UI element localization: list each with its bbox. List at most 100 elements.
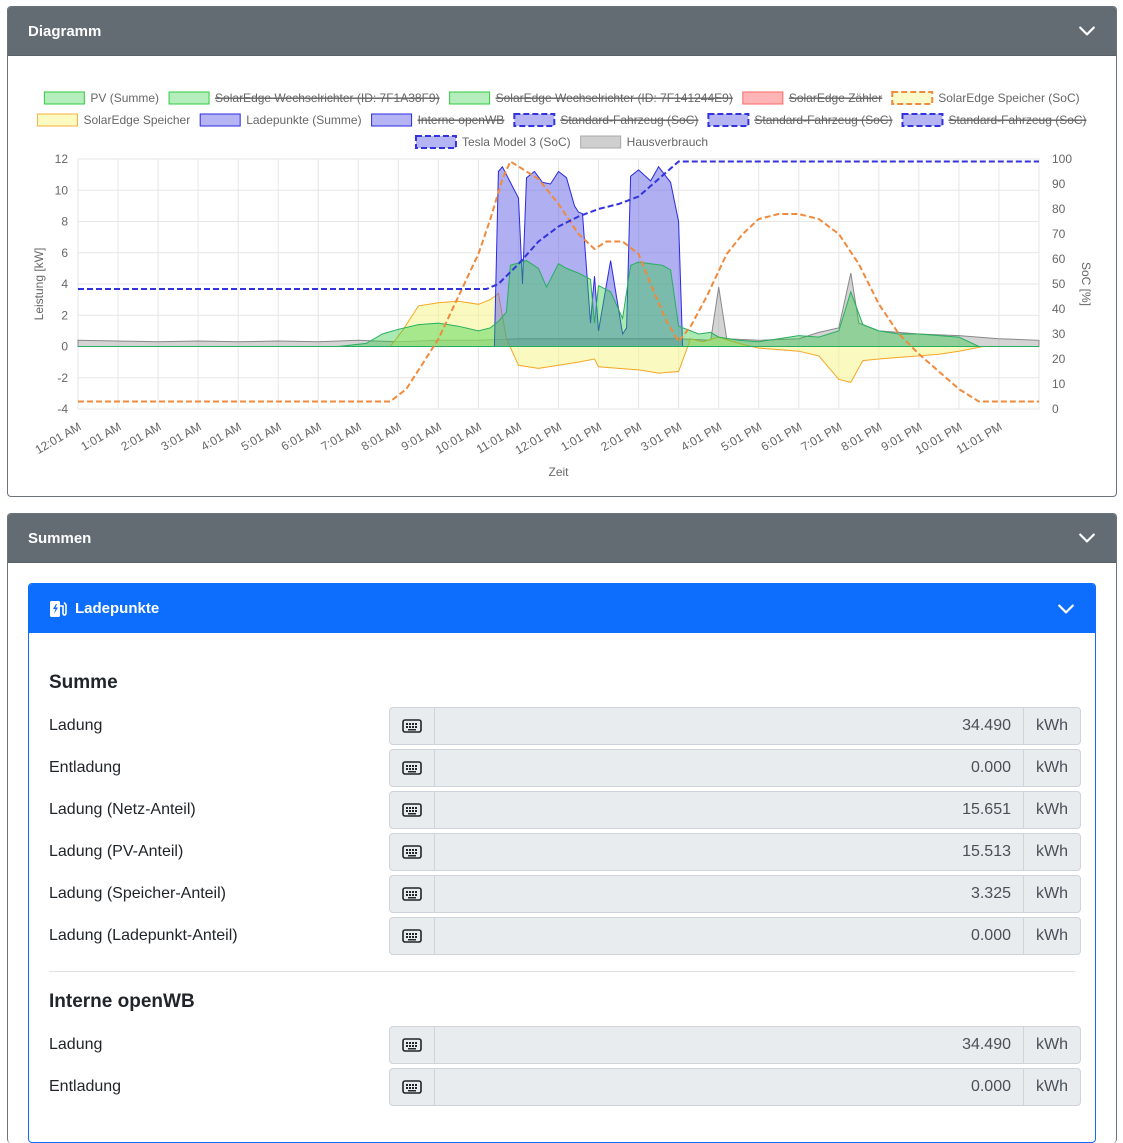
summen-card: Summen Ladepunkte Summe Ladung 34.490 kW… [7,513,1117,1143]
keyboard-icon[interactable] [390,750,435,786]
unit-label: kWh [1023,792,1080,828]
row-label: Ladung (Speicher-Anteil) [49,885,226,902]
sum-row-ladung: Ladung 34.490 kWh [49,707,1081,745]
x-tick: 6:01 AM [279,419,324,453]
openwb-row-ladung: Ladung 34.490 kWh [49,1026,1081,1064]
openwb-row-entladung: Entladung 0.000 kWh [49,1068,1081,1106]
x-tick: 7:01 AM [319,419,364,453]
value-field: 15.651 [962,801,1011,818]
diagram-card: Diagramm PV (Summe) SolarEdge Wechselrich… [7,6,1117,497]
chart-series [77,160,1040,403]
value-field: 0.000 [970,1078,1011,1095]
x-tick: 3:01 PM [638,419,684,453]
value-input-group: 34.490 kWh [389,707,1081,745]
y-tick-left: 12 [55,152,69,166]
legend-swatch [199,113,241,127]
charging-station-icon [50,600,67,617]
unit-label: kWh [1023,750,1080,786]
y-tick-right: 0 [1052,402,1059,416]
value-field: 3.325 [970,885,1011,902]
keyboard-icon[interactable] [390,792,435,828]
legend-item: Hausverbrauch [580,135,708,149]
unit-label: kWh [1023,834,1080,870]
y-tick-left: 8 [61,215,68,229]
unit-label: kWh [1023,918,1080,954]
keyboard-icon[interactable] [390,876,435,912]
legend-swatch [580,135,622,149]
diagram-title: Diagramm [28,22,102,40]
row-label: Entladung [49,759,122,776]
keyboard-icon[interactable] [390,708,435,744]
x-tick: 11:01 PM [954,419,1005,456]
y-tick-left: 4 [61,277,68,291]
legend-item: SolarEdge Wechselrichter (ID: 7F1A38F9) [168,91,440,105]
unit-label: kWh [1023,1069,1080,1105]
ladepunkte-card-header[interactable]: Ladepunkte [29,584,1095,633]
y-tick-right: 80 [1052,202,1066,216]
keyboard-icon[interactable] [390,918,435,954]
legend-item: Interne openWB [371,113,505,127]
y-axis-label-left: Leistung [kW] [32,248,46,321]
chart-legend: PV (Summe) SolarEdge Wechselrichter (ID: … [36,91,1087,149]
value-field: 34.490 [962,1036,1011,1053]
section-divider [49,971,1075,972]
section-title-interne-openwb: Interne openWB [49,991,195,1012]
legend-swatch [36,113,78,127]
unit-label: kWh [1023,708,1080,744]
legend-item: Standard-Fahrzeug (SoC) [901,113,1087,127]
row-label: Ladung [49,1036,103,1053]
x-tick: 2:01 PM [598,419,644,453]
power-chart: PV (Summe) SolarEdge Wechselrichter (ID: … [32,91,1093,479]
y-tick-left: 6 [61,246,68,260]
chevron-down-icon[interactable] [1078,22,1096,40]
y-tick-right: 100 [1052,152,1072,166]
diagram-card-header[interactable]: Diagramm [8,7,1116,56]
legend-label: Ladepunkte (Summe) [246,113,361,127]
legend-item: SolarEdge Speicher (SoC) [891,91,1080,105]
chevron-down-icon[interactable] [1057,600,1075,618]
legend-item: Tesla Model 3 (SoC) [414,135,571,149]
y-axis-label-right: SoC [%] [1079,262,1093,306]
legend-swatch [901,113,944,127]
keyboard-icon[interactable] [390,1069,435,1105]
legend-swatch [414,135,457,149]
value-input-group: 15.651 kWh [389,791,1081,829]
ladepunkte-card: Ladepunkte Summe Ladung 34.490 kWh Entla… [28,583,1096,1143]
sum-row-ladung-netz: Ladung (Netz-Anteil) 15.651 kWh [49,791,1081,829]
summen-card-header[interactable]: Summen [8,514,1116,563]
unit-label: kWh [1023,1027,1080,1063]
value-field: 0.000 [970,759,1011,776]
legend-item: Standard-Fahrzeug (SoC) [707,113,893,127]
y-tick-right: 40 [1052,302,1066,316]
value-input-group: 15.513 kWh [389,833,1081,871]
legend-swatch [371,113,413,127]
legend-item: PV (Summe) [43,91,159,105]
y-tick-right: 90 [1052,177,1066,191]
keyboard-icon[interactable] [390,1027,435,1063]
y-tick-left: 0 [61,340,68,354]
row-label: Ladung (Ladepunkt-Anteil) [49,927,238,944]
x-tick: 7:01 PM [799,419,845,453]
chevron-down-icon[interactable] [1078,529,1096,547]
legend-swatch [891,91,934,105]
legend-label: SolarEdge Speicher [83,113,190,127]
sum-row-ladung-speicher: Ladung (Speicher-Anteil) 3.325 kWh [49,875,1081,913]
x-tick: 8:01 PM [839,419,885,453]
value-input-group: 34.490 kWh [389,1026,1081,1064]
legend-swatch [168,91,210,105]
sum-row-ladung-pv: Ladung (PV-Anteil) 15.513 kWh [49,833,1081,871]
summen-title: Summen [28,529,92,547]
row-label: Ladung (PV-Anteil) [49,843,184,860]
x-tick: 1:01 AM [78,419,123,453]
x-axis-label: Zeit [548,465,569,479]
legend-item: SolarEdge Wechselrichter (ID: 7F141244E9… [449,91,733,105]
legend-swatch [449,91,491,105]
y-tick-right: 10 [1052,377,1066,391]
value-input-group: 0.000 kWh [389,917,1081,955]
unit-label: kWh [1023,876,1080,912]
legend-item: Standard-Fahrzeug (SoC) [513,113,699,127]
keyboard-icon[interactable] [390,834,435,870]
legend-label: SolarEdge Speicher (SoC) [938,91,1079,105]
y-tick-right: 70 [1052,227,1066,241]
legend-swatch [43,91,85,105]
